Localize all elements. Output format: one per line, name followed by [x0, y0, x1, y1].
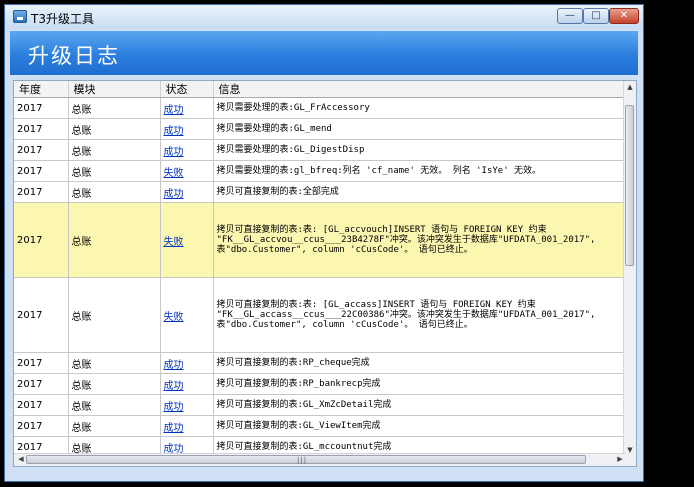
cell-info: 拷贝需要处理的表:GL_DigestDisp [213, 139, 627, 161]
cell-year: 2017 [14, 160, 69, 182]
app-window: T3升级工具 — □ ✕ 升级日志 年度 模块 状态 信息 2017 总账 成功 [4, 4, 644, 482]
status-link[interactable]: 失败 [164, 312, 184, 323]
cell-module: 总账 [68, 277, 161, 353]
status-link[interactable]: 失败 [164, 237, 184, 248]
cell-module: 总账 [68, 118, 161, 140]
page-title: 升级日志 [28, 44, 120, 68]
horizontal-scrollbar[interactable]: ◀ ||| ▶ [14, 453, 626, 466]
cell-year: 2017 [14, 118, 69, 140]
cell-module: 总账 [68, 139, 161, 161]
cell-info: 拷贝可直接复制的表:RP_bankrecp完成 [213, 373, 627, 395]
cell-year: 2017 [14, 394, 69, 416]
column-header-status[interactable]: 状态 [160, 81, 214, 98]
table-row[interactable]: 2017 总账 成功 拷贝可直接复制的表:RP_bankrecp完成 [14, 373, 627, 395]
cell-info: 拷贝可直接复制的表:表: [GL_accvouch]INSERT 语句与 FOR… [213, 202, 627, 278]
table-row[interactable]: 2017 总账 失败 拷贝需要处理的表:gl_bfreq:列名 'cf_name… [14, 160, 627, 182]
table-row[interactable]: 2017 总账 成功 拷贝可直接复制的表:GL_XmZcDetail完成 [14, 394, 627, 416]
cell-year: 2017 [14, 373, 69, 395]
column-header-year[interactable]: 年度 [14, 81, 69, 98]
cell-info: 拷贝需要处理的表:GL_FrAccessory [213, 97, 627, 119]
cell-year: 2017 [14, 277, 69, 353]
cell-info: 拷贝可直接复制的表:表: [GL_accass]INSERT 语句与 FOREI… [213, 277, 627, 353]
table-row[interactable]: 2017 总账 成功 拷贝可直接复制的表:RP_cheque完成 [14, 352, 627, 374]
vertical-scrollbar[interactable]: ▲ ▼ [623, 81, 636, 456]
table-row[interactable]: 2017 总账 成功 拷贝需要处理的表:GL_mend [14, 118, 627, 140]
maximize-button[interactable]: □ [583, 8, 609, 24]
cell-module: 总账 [68, 160, 161, 182]
cell-year: 2017 [14, 139, 69, 161]
column-header-module[interactable]: 模块 [68, 81, 161, 98]
table-row[interactable]: 2017 总账 成功 拷贝需要处理的表:GL_FrAccessory [14, 97, 627, 119]
cell-year: 2017 [14, 202, 69, 278]
table-row[interactable]: 2017 总账 成功 拷贝可直接复制的表:GL_ViewItem完成 [14, 415, 627, 437]
cell-module: 总账 [68, 373, 161, 395]
scrollbar-corner [624, 454, 636, 466]
cell-module: 总账 [68, 97, 161, 119]
title-bar[interactable]: T3升级工具 — □ ✕ [5, 5, 643, 29]
cell-module: 总账 [68, 181, 161, 203]
cell-info: 拷贝需要处理的表:GL_mend [213, 118, 627, 140]
status-link[interactable]: 成功 [164, 402, 184, 413]
cell-year: 2017 [14, 97, 69, 119]
cell-year: 2017 [14, 181, 69, 203]
table-row[interactable]: 2017 总账 成功 拷贝需要处理的表:GL_DigestDisp [14, 139, 627, 161]
minimize-button[interactable]: — [557, 8, 583, 24]
grip-icon: ||| [297, 456, 308, 464]
horizontal-scroll-thumb[interactable]: ||| [26, 455, 586, 464]
status-link[interactable]: 成功 [164, 189, 184, 200]
table-row-selected[interactable]: 2017 总账 失败 拷贝可直接复制的表:表: [GL_accvouch]INS… [14, 202, 627, 278]
app-icon [13, 10, 27, 23]
scroll-up-icon[interactable]: ▲ [624, 83, 636, 91]
cell-module: 总账 [68, 202, 161, 278]
close-button[interactable]: ✕ [609, 8, 639, 24]
cell-info: 拷贝可直接复制的表:RP_cheque完成 [213, 352, 627, 374]
status-link[interactable]: 成功 [164, 147, 184, 158]
status-link[interactable]: 成功 [164, 105, 184, 116]
cell-module: 总账 [68, 394, 161, 416]
header-banner: 升级日志 [10, 31, 638, 75]
log-table: 年度 模块 状态 信息 2017 总账 成功 拷贝需要处理的表:GL_FrAcc… [14, 81, 627, 458]
status-link[interactable]: 成功 [164, 126, 184, 137]
window-title: T3升级工具 [31, 12, 94, 26]
table-row[interactable]: 2017 总账 失败 拷贝可直接复制的表:表: [GL_accass]INSER… [14, 277, 627, 353]
log-grid: 年度 模块 状态 信息 2017 总账 成功 拷贝需要处理的表:GL_FrAcc… [13, 80, 637, 467]
status-link[interactable]: 成功 [164, 360, 184, 371]
status-link[interactable]: 成功 [164, 423, 184, 434]
column-header-info[interactable]: 信息 [213, 81, 627, 98]
cell-year: 2017 [14, 352, 69, 374]
cell-info: 拷贝需要处理的表:gl_bfreq:列名 'cf_name' 无效。 列名 'I… [213, 160, 627, 182]
cell-module: 总账 [68, 415, 161, 437]
status-link[interactable]: 成功 [164, 381, 184, 392]
table-header-row: 年度 模块 状态 信息 [14, 81, 627, 98]
table-row[interactable]: 2017 总账 成功 拷贝可直接复制的表:全部完成 [14, 181, 627, 203]
cell-info: 拷贝可直接复制的表:GL_ViewItem完成 [213, 415, 627, 437]
cell-info: 拷贝可直接复制的表:GL_XmZcDetail完成 [213, 394, 627, 416]
cell-info: 拷贝可直接复制的表:全部完成 [213, 181, 627, 203]
cell-module: 总账 [68, 352, 161, 374]
vertical-scroll-thumb[interactable] [625, 105, 634, 266]
status-link[interactable]: 失败 [164, 168, 184, 179]
cell-year: 2017 [14, 415, 69, 437]
